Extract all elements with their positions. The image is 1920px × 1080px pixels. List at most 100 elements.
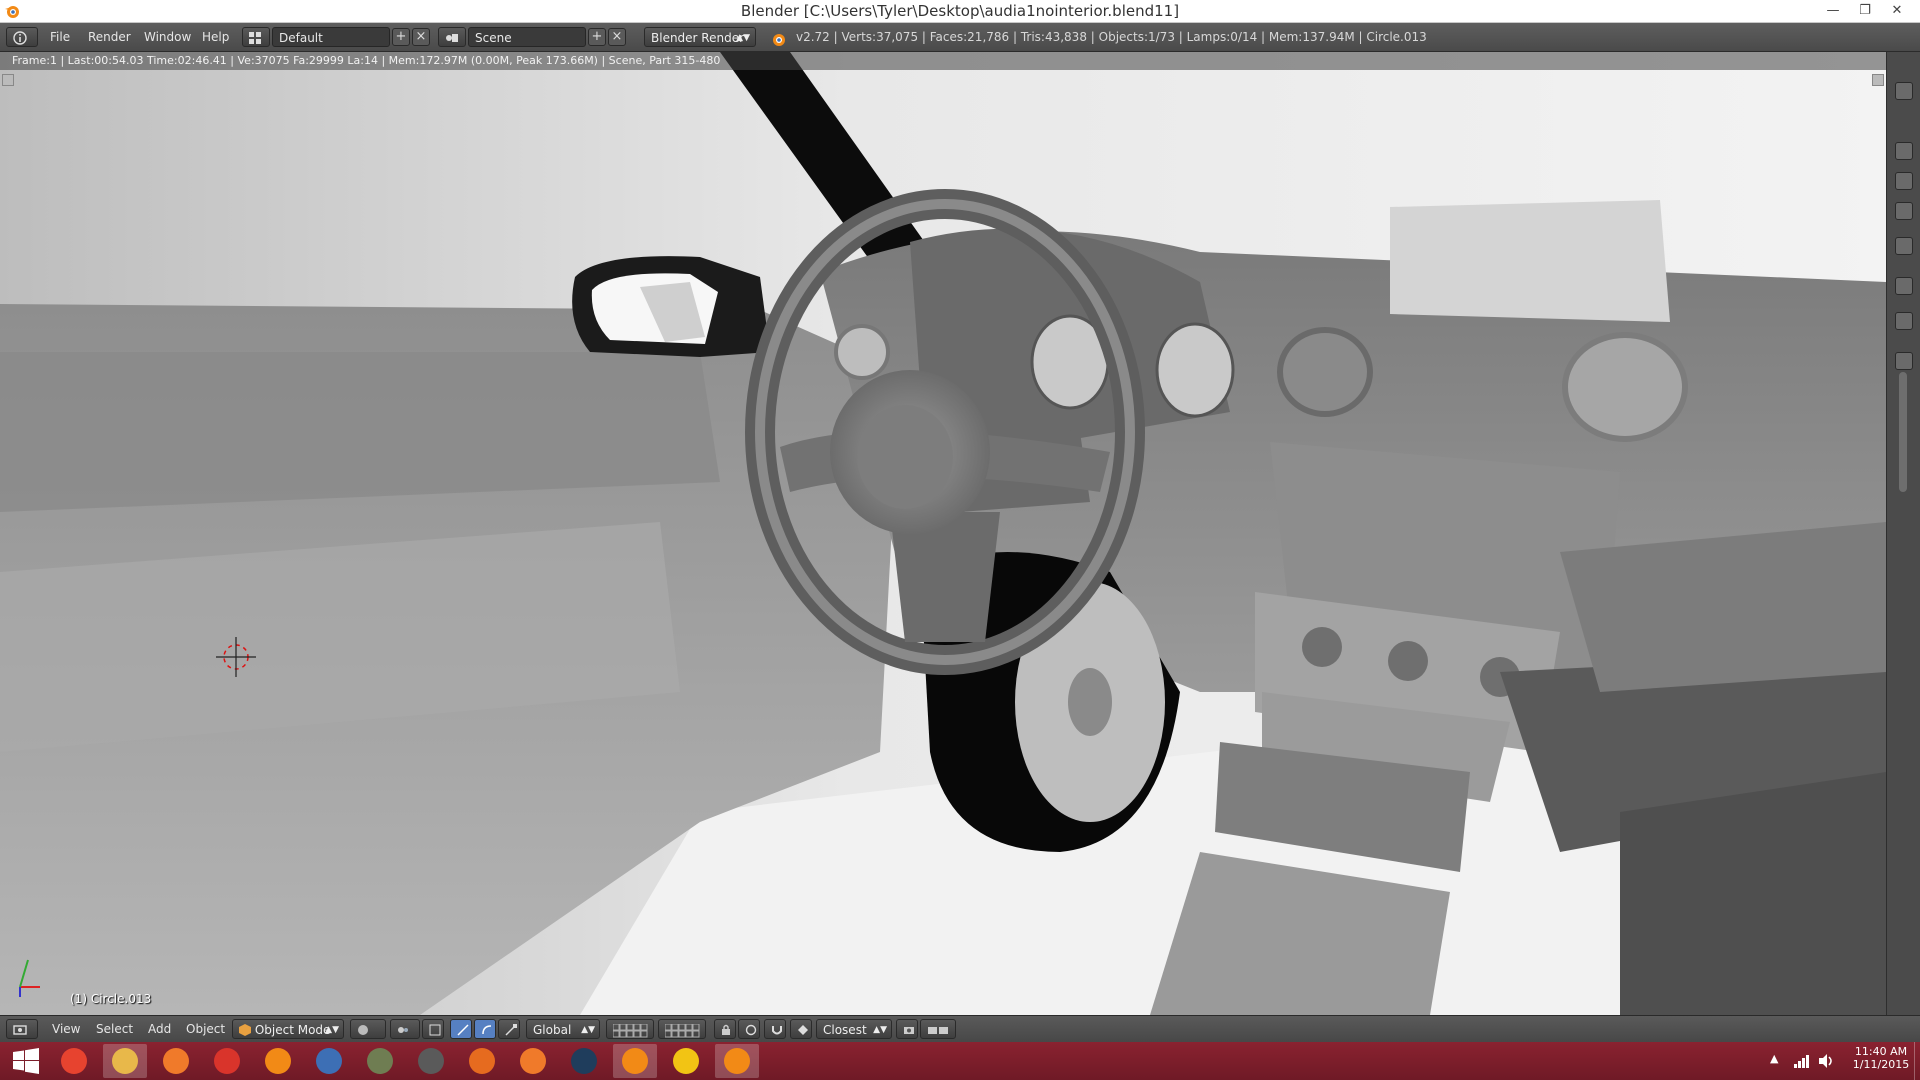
taskbar-app-button[interactable]: [664, 1044, 708, 1078]
tray-clock[interactable]: 11:40 AM 1/11/2015: [1852, 1045, 1910, 1071]
snap-target-dropdown[interactable]: Closest ▲▼: [816, 1019, 892, 1039]
screen-layout-field[interactable]: Default: [272, 27, 390, 47]
taskbar-app-button[interactable]: [205, 1044, 249, 1078]
taskbar-app-button[interactable]: [409, 1044, 453, 1078]
pivot-icon: [398, 1026, 408, 1033]
region-toggle-left[interactable]: [2, 74, 14, 86]
screen-layout-selector[interactable]: [242, 27, 270, 47]
menu-object[interactable]: Object: [182, 1019, 229, 1039]
add-scene-icon[interactable]: +: [588, 28, 606, 46]
taskbar-app-button[interactable]: [358, 1044, 402, 1078]
taskbar-app-button[interactable]: [154, 1044, 198, 1078]
orientation-label: Global: [533, 1023, 572, 1037]
lock-icon: [722, 1024, 730, 1035]
taskbar-app-button[interactable]: [715, 1044, 759, 1078]
proportional-circle-icon: [745, 1024, 757, 1035]
menu-window[interactable]: Window: [140, 27, 195, 47]
snap-toggle-button[interactable]: [764, 1019, 786, 1039]
magnet-icon: [772, 1025, 782, 1034]
rotate-manipulator-button[interactable]: [474, 1019, 496, 1039]
opengl-render-button[interactable]: [896, 1019, 918, 1039]
firefox-icon: [469, 1048, 495, 1074]
menu-select[interactable]: Select: [92, 1019, 137, 1039]
manipulator-toggle[interactable]: [422, 1019, 444, 1039]
render-layers-tab-button[interactable]: [1895, 142, 1913, 160]
scene-selector[interactable]: [438, 27, 466, 47]
pivot-point-dropdown[interactable]: [390, 1019, 420, 1039]
dropdown-arrows-icon: ▲▼: [873, 1025, 887, 1035]
object-tab-button[interactable]: [1895, 237, 1913, 255]
add-screen-icon[interactable]: +: [392, 28, 410, 46]
menu-help[interactable]: Help: [198, 27, 233, 47]
menu-render[interactable]: Render: [84, 27, 135, 47]
clapper-icon: [928, 1026, 948, 1034]
3d-view-header: View Select Add Object Object Mode ▲▼ Gl…: [0, 1015, 1920, 1043]
texture-tab-button[interactable]: [1895, 352, 1913, 370]
show-desktop-button[interactable]: [1914, 1042, 1920, 1080]
render-engine-label: Blender Render: [651, 31, 745, 45]
remove-scene-icon[interactable]: ×: [608, 28, 626, 46]
menu-file[interactable]: File: [46, 27, 74, 47]
network-signal-icon[interactable]: [1794, 1054, 1810, 1068]
properties-scrollbar[interactable]: [1899, 372, 1907, 492]
editor-type-3d-view-button[interactable]: [6, 1019, 38, 1039]
camera-icon: [904, 1026, 914, 1034]
tray-overflow-icon[interactable]: ▲: [1770, 1052, 1778, 1065]
dropdown-arrows-icon: ▲▼: [325, 1025, 339, 1035]
origin-icon: [520, 1048, 546, 1074]
3d-viewport[interactable]: Frame:1 | Last:00:54.03 Time:02:46.41 | …: [0, 52, 1886, 1015]
blender-icon: [622, 1048, 648, 1074]
minimize-button[interactable]: —: [1818, 0, 1848, 22]
3d-view-icon: [13, 1024, 27, 1035]
translate-manipulator-button[interactable]: [450, 1019, 472, 1039]
remove-screen-icon[interactable]: ×: [412, 28, 430, 46]
taskbar-app-button[interactable]: [256, 1044, 300, 1078]
window-titlebar: Blender [C:\Users\Tyler\Desktop\audia1no…: [0, 0, 1920, 23]
taskbar-app-button[interactable]: [307, 1044, 351, 1078]
restore-button[interactable]: ❐: [1850, 0, 1880, 22]
scene-layers-grid-1[interactable]: [606, 1019, 654, 1039]
menu-view[interactable]: View: [48, 1019, 84, 1039]
scene-field[interactable]: Scene: [468, 27, 586, 47]
layer-grid-icon: [664, 1023, 700, 1037]
viewport-shading-dropdown[interactable]: [350, 1019, 386, 1039]
proportional-edit-button[interactable]: [738, 1019, 760, 1039]
mode-dropdown[interactable]: Object Mode ▲▼: [232, 1019, 344, 1039]
scale-icon: [505, 1023, 517, 1036]
arcade-game-icon: [418, 1048, 444, 1074]
taskbar-app-button[interactable]: [52, 1044, 96, 1078]
windows-start-button[interactable]: [4, 1044, 48, 1078]
scale-manipulator-button[interactable]: [498, 1019, 520, 1039]
window-title: Blender [C:\Users\Tyler\Desktop\audia1no…: [740, 2, 1180, 20]
render-engine-dropdown[interactable]: Blender Render ▲▼: [644, 27, 756, 47]
properties-toggle-button[interactable]: [1895, 82, 1913, 100]
lock-layers-button[interactable]: [714, 1019, 736, 1039]
scene-stats: v2.72 | Verts:37,075 | Faces:21,786 | Tr…: [796, 30, 1427, 44]
taskbar-app-button[interactable]: [562, 1044, 606, 1078]
taskbar-app-button[interactable]: [613, 1044, 657, 1078]
region-toggle-right[interactable]: [1872, 74, 1884, 86]
chrome-icon: [61, 1048, 87, 1074]
taskbar-app-button[interactable]: [460, 1044, 504, 1078]
rotate-icon: [482, 1024, 492, 1034]
object-mode-icon: [239, 1023, 251, 1036]
close-button[interactable]: ✕: [1882, 0, 1912, 22]
editor-type-info-button[interactable]: [6, 27, 38, 47]
opengl-anim-render-button[interactable]: [920, 1019, 956, 1039]
menu-add[interactable]: Add: [144, 1019, 175, 1039]
racing-game-icon: [367, 1048, 393, 1074]
scene-tab-button[interactable]: [1895, 172, 1913, 190]
taskbar-app-button[interactable]: [511, 1044, 555, 1078]
volume-speaker-icon[interactable]: [1818, 1053, 1834, 1069]
render-info-bar: Frame:1 | Last:00:54.03 Time:02:46.41 | …: [0, 52, 1886, 70]
taskbar-app-button[interactable]: [103, 1044, 147, 1078]
scene-layers-grid-2[interactable]: [658, 1019, 706, 1039]
transform-orientation-dropdown[interactable]: Global ▲▼: [526, 1019, 600, 1039]
modifier-tab-button[interactable]: [1895, 277, 1913, 295]
rendered-car-interior: [0, 52, 1886, 1015]
norton-icon: [673, 1048, 699, 1074]
snap-element-dropdown[interactable]: [790, 1019, 812, 1039]
tray-date: 1/11/2015: [1852, 1058, 1910, 1071]
world-tab-button[interactable]: [1895, 202, 1913, 220]
material-tab-button[interactable]: [1895, 312, 1913, 330]
